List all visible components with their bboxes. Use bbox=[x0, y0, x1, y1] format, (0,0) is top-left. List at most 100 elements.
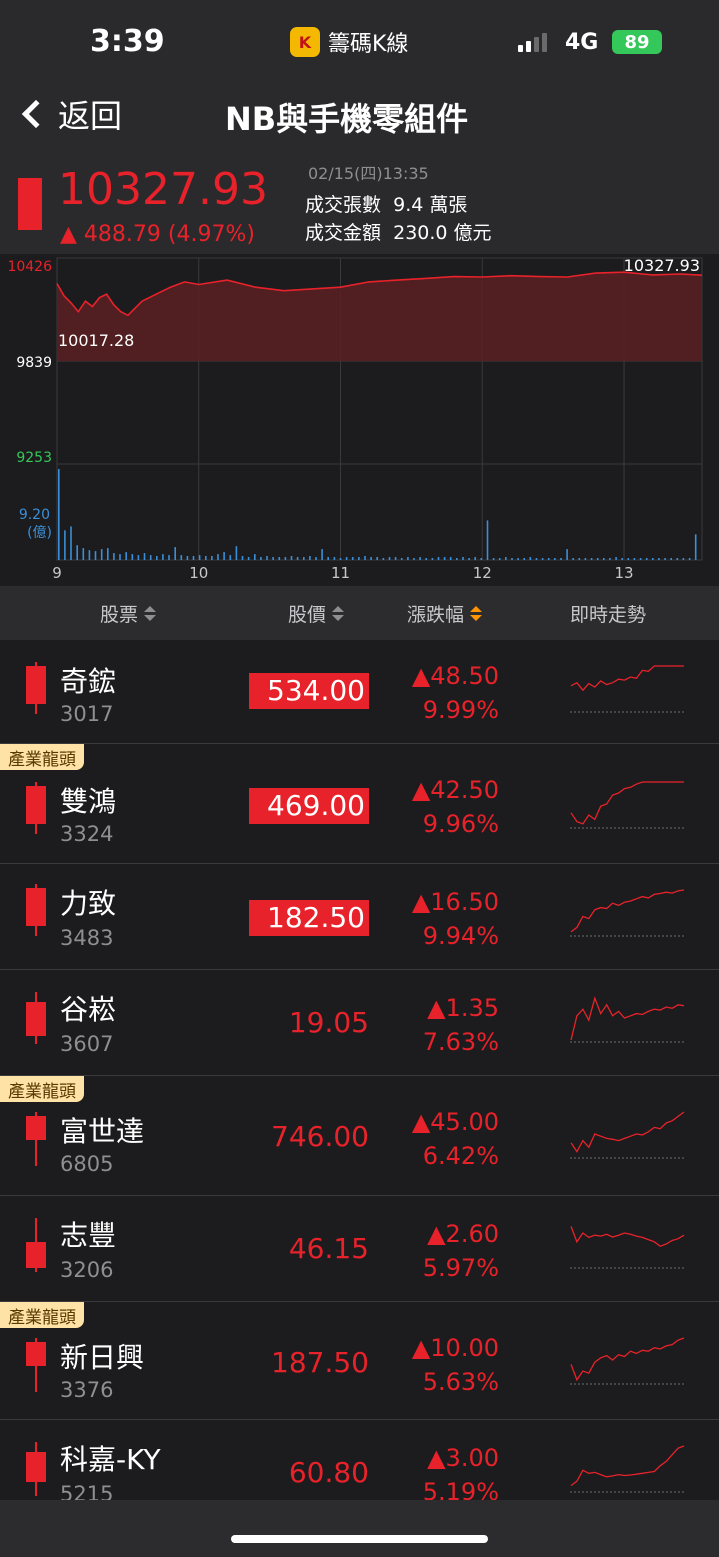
back-button[interactable]: 返回 bbox=[20, 92, 122, 136]
volume-bar bbox=[664, 558, 666, 560]
page-title: NB與手機零組件 bbox=[225, 100, 469, 138]
stock-row[interactable]: 產業龍頭 雙鴻 3324 469.00 ▲42.50 9.96% bbox=[0, 744, 719, 864]
stock-change: ▲42.50 bbox=[411, 776, 499, 804]
sort-active-icon bbox=[470, 606, 483, 621]
stock-name: 奇鋐 bbox=[60, 665, 117, 698]
volume-bar bbox=[596, 558, 599, 560]
volume-bar bbox=[119, 554, 121, 560]
header-price[interactable]: 股價 bbox=[288, 600, 345, 627]
amount-value: 230.0 億元 bbox=[393, 222, 492, 244]
intraday-chart[interactable]: 10426 9839 9253 9.20 (億) 10327.93 10017.28 9 10 1… bbox=[0, 254, 719, 586]
volume-stat: 成交張數 9.4 萬張 bbox=[305, 190, 467, 217]
stock-row[interactable]: 志豐 3206 46.15 ▲2.60 5.97% bbox=[0, 1196, 719, 1302]
stock-name: 富世達 bbox=[60, 1115, 145, 1148]
back-label: 返回 bbox=[58, 97, 123, 135]
y-label-low: 9253 bbox=[16, 450, 52, 466]
volume-bar bbox=[168, 555, 170, 560]
volume-bar bbox=[309, 556, 311, 560]
volume-bar bbox=[162, 554, 164, 560]
volume-bar bbox=[88, 550, 91, 560]
volume-bar bbox=[486, 520, 489, 560]
volume-bar bbox=[143, 553, 146, 560]
stock-row[interactable]: 谷崧 3607 19.05 ▲1.35 7.63% bbox=[0, 970, 719, 1076]
volume-bar bbox=[76, 545, 78, 560]
price-area bbox=[57, 272, 702, 362]
trend-sparkline bbox=[570, 1226, 685, 1269]
stock-price: 469.00 bbox=[249, 788, 369, 824]
candle-icon bbox=[26, 662, 46, 714]
volume-bar bbox=[137, 555, 140, 560]
volume-bar bbox=[425, 558, 427, 560]
sort-icon bbox=[332, 606, 345, 621]
volume-bar bbox=[407, 557, 409, 560]
status-bar: 3:39 K 籌碼K線 4G 89 bbox=[0, 0, 719, 80]
volume-bar bbox=[284, 557, 287, 560]
volume-bar bbox=[247, 557, 250, 560]
volume-bar bbox=[645, 558, 648, 560]
volume-bar bbox=[156, 556, 158, 560]
stock-price: 534.00 bbox=[249, 673, 369, 709]
x-tick-label: 13 bbox=[614, 564, 633, 582]
index-change: ▲ 488.79 (4.97%) bbox=[60, 222, 255, 247]
volume-bar bbox=[58, 469, 60, 560]
volume-bar bbox=[174, 547, 176, 560]
volume-bar bbox=[449, 557, 452, 560]
app-logo-icon: K bbox=[290, 27, 320, 57]
volume-bar bbox=[211, 556, 213, 560]
volume-bar bbox=[578, 558, 581, 560]
stock-code: 3607 bbox=[60, 1032, 114, 1056]
trend-sparkline bbox=[570, 781, 685, 829]
stock-change: ▲48.50 bbox=[411, 662, 499, 690]
volume-bar bbox=[339, 558, 342, 560]
trend-sparkline bbox=[570, 1445, 685, 1493]
volume-bar bbox=[609, 558, 611, 560]
volume-bar bbox=[443, 557, 446, 560]
volume-bar bbox=[394, 557, 397, 560]
sparkline-line bbox=[570, 1445, 685, 1487]
volume-bar bbox=[125, 552, 127, 560]
x-tick-label: 9 bbox=[52, 564, 62, 582]
volume-bar bbox=[529, 557, 532, 560]
stock-row[interactable]: 科嘉-KY 5215 60.80 ▲3.00 5.19% bbox=[0, 1420, 719, 1500]
stock-pct: 5.19% bbox=[422, 1478, 499, 1500]
volume-bar bbox=[670, 558, 672, 560]
x-tick-label: 11 bbox=[331, 564, 350, 582]
volume-bar bbox=[621, 558, 623, 560]
stock-list[interactable]: 奇鋐 3017 534.00 ▲48.50 9.99% 產業龍頭 雙鴻 3324… bbox=[0, 640, 719, 1500]
volume-bar bbox=[511, 558, 513, 560]
volume-bar bbox=[223, 552, 225, 560]
stock-pct: 7.63% bbox=[422, 1028, 499, 1056]
trend-sparkline bbox=[570, 1111, 685, 1159]
stock-row[interactable]: 產業龍頭 新日興 3376 187.50 ▲10.00 5.63% bbox=[0, 1302, 719, 1420]
last-value-label: 10327.93 bbox=[624, 256, 700, 275]
volume-bar bbox=[113, 553, 115, 560]
volume-bar bbox=[431, 558, 434, 560]
volume-bar bbox=[345, 557, 348, 560]
volume-bar bbox=[272, 557, 274, 560]
sparkline-line bbox=[570, 1337, 685, 1382]
sparkline-line bbox=[570, 1111, 685, 1153]
volume-bar bbox=[100, 549, 103, 560]
volume-bar bbox=[560, 558, 562, 560]
header-stock[interactable]: 股票 bbox=[100, 600, 157, 627]
stock-pct: 9.99% bbox=[422, 696, 499, 724]
stock-name: 志豐 bbox=[60, 1219, 117, 1252]
candle-icon bbox=[26, 782, 46, 834]
volume-bar bbox=[535, 558, 538, 560]
amount-stat: 成交金額 230.0 億元 bbox=[305, 218, 492, 245]
volume-bar bbox=[315, 557, 317, 560]
volume-bar bbox=[676, 558, 679, 560]
nav-bar: 返回 NB與手機零組件 bbox=[0, 80, 719, 152]
volume-value: 9.4 萬張 bbox=[393, 194, 468, 216]
stock-name: 科嘉-KY bbox=[60, 1443, 161, 1476]
header-change[interactable]: 漲跌幅 bbox=[407, 600, 483, 627]
volume-bar bbox=[382, 558, 385, 560]
stock-row[interactable]: 奇鋐 3017 534.00 ▲48.50 9.99% bbox=[0, 640, 719, 744]
volume-bar bbox=[627, 558, 630, 560]
stock-row[interactable]: 力致 3483 182.50 ▲16.50 9.94% bbox=[0, 864, 719, 970]
stock-pct: 9.96% bbox=[422, 810, 499, 838]
home-indicator[interactable] bbox=[231, 1535, 488, 1543]
stock-row[interactable]: 產業龍頭 富世達 6805 746.00 ▲45.00 6.42% bbox=[0, 1076, 719, 1196]
table-header: 股票 股價 漲跌幅 即時走勢 bbox=[0, 586, 719, 640]
stock-change: ▲2.60 bbox=[427, 1220, 499, 1248]
